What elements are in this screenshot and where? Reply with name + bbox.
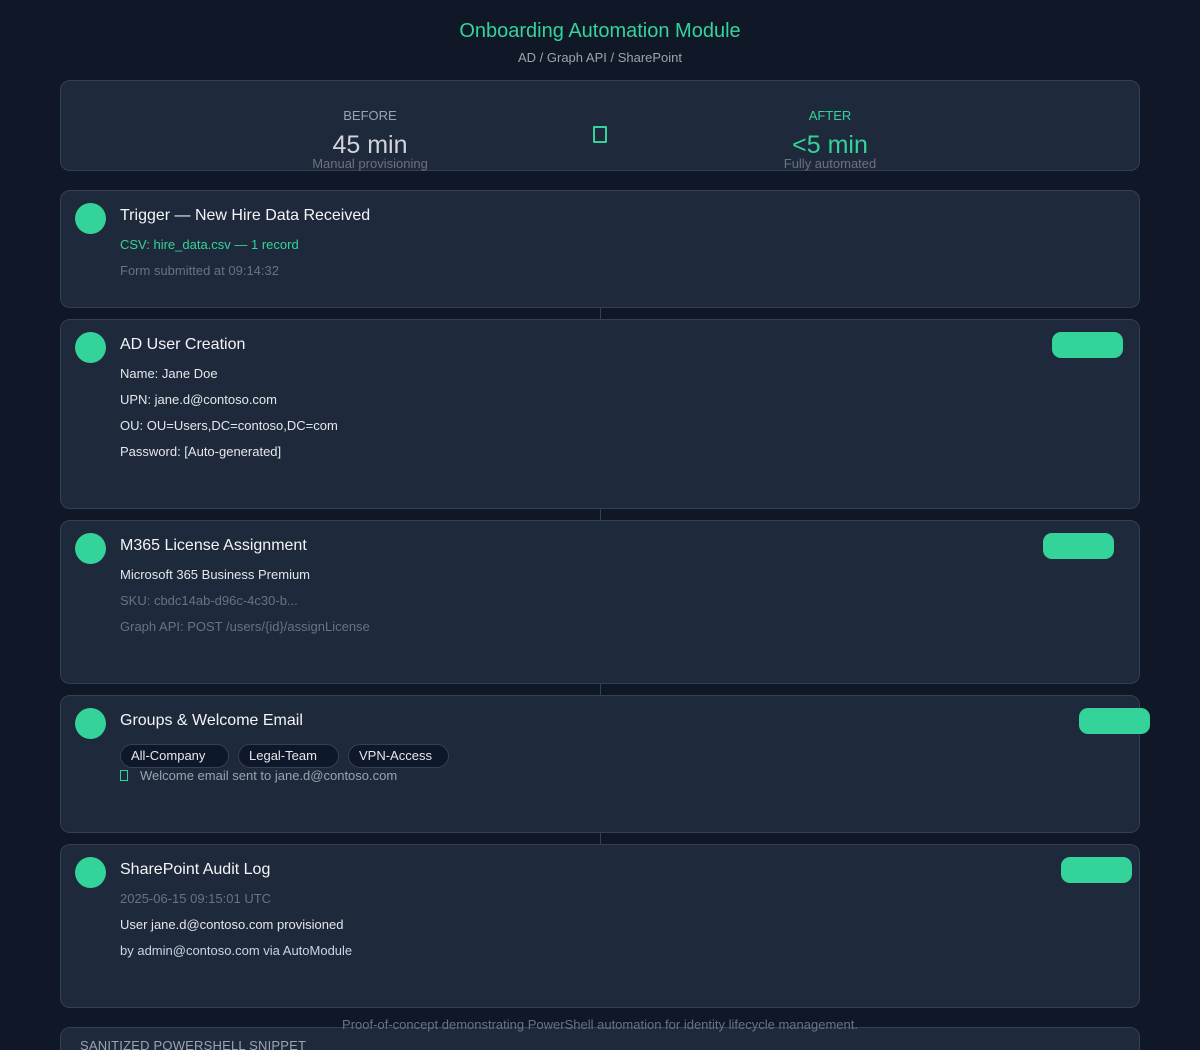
license-product: Microsoft 365 Business Premium bbox=[120, 567, 311, 582]
footer-text: Proof-of-concept demonstrating PowerShel… bbox=[342, 1017, 858, 1032]
after-note: Fully automated bbox=[783, 156, 877, 171]
step-title: Groups & Welcome Email bbox=[120, 712, 303, 729]
step-connector bbox=[600, 509, 601, 520]
license-sku: SKU: cbdc14ab-d96c-4c30-b... bbox=[120, 593, 298, 608]
comparison-card: BEFORE 45 min Manual provisioning AFTER … bbox=[60, 80, 1140, 171]
step-status-dot bbox=[75, 857, 106, 888]
step-audit: SharePoint Audit Log 2025-06-15 09:15:01… bbox=[60, 844, 1140, 1008]
page-subtitle: AD / Graph API / SharePoint bbox=[517, 50, 683, 65]
group-chip: Legal-Team bbox=[238, 744, 339, 768]
status-badge bbox=[1052, 332, 1123, 358]
audit-actor: by admin@contoso.com via AutoModule bbox=[120, 943, 353, 958]
step-status-dot bbox=[75, 332, 106, 363]
form-submitted: Form submitted at 09:14:32 bbox=[120, 263, 279, 278]
step-title: Trigger — New Hire Data Received bbox=[120, 207, 371, 224]
after-label: AFTER bbox=[808, 108, 852, 123]
group-chip: VPN-Access bbox=[348, 744, 449, 768]
audit-timestamp: 2025-06-15 09:15:01 UTC bbox=[120, 891, 272, 906]
step-groups: Groups & Welcome Email All-Company Legal… bbox=[60, 695, 1150, 833]
status-badge bbox=[1043, 533, 1114, 559]
audit-entry: User jane.d@contoso.com provisioned bbox=[120, 917, 344, 932]
step-title: AD User Creation bbox=[120, 336, 246, 353]
step-status-dot bbox=[75, 708, 106, 739]
check-icon bbox=[120, 770, 128, 781]
step-ad-user: AD User Creation Name: Jane Doe UPN: jan… bbox=[60, 319, 1140, 509]
step-title: SharePoint Audit Log bbox=[120, 861, 271, 878]
step-connector bbox=[600, 833, 601, 844]
step-connector bbox=[600, 684, 601, 695]
step-status-dot bbox=[75, 533, 106, 564]
license-api: Graph API: POST /users/{id}/assignLicens… bbox=[120, 619, 370, 634]
user-upn: UPN: jane.d@contoso.com bbox=[120, 392, 277, 407]
step-license: M365 License Assignment Microsoft 365 Bu… bbox=[60, 520, 1140, 684]
step-trigger: Trigger — New Hire Data Received CSV: hi… bbox=[60, 190, 1140, 308]
user-ou: OU: OU=Users,DC=contoso,DC=com bbox=[120, 418, 338, 433]
before-note: Manual provisioning bbox=[312, 156, 428, 171]
step-title: M365 License Assignment bbox=[120, 537, 307, 554]
status-badge bbox=[1061, 857, 1132, 883]
csv-info: CSV: hire_data.csv — 1 record bbox=[120, 237, 299, 252]
step-connector bbox=[600, 308, 601, 319]
group-chip: All-Company bbox=[120, 744, 229, 768]
arrow-right-icon bbox=[593, 126, 607, 143]
welcome-email-status: Welcome email sent to jane.d@contoso.com bbox=[140, 768, 398, 783]
status-badge bbox=[1079, 708, 1150, 734]
page-title: Onboarding Automation Module bbox=[459, 20, 741, 42]
step-status-dot bbox=[75, 203, 106, 234]
user-name: Name: Jane Doe bbox=[120, 366, 218, 381]
user-password: Password: [Auto-generated] bbox=[120, 444, 282, 459]
before-label: BEFORE bbox=[343, 108, 397, 123]
snippet-label: SANITIZED POWERSHELL SNIPPET bbox=[80, 1038, 307, 1050]
